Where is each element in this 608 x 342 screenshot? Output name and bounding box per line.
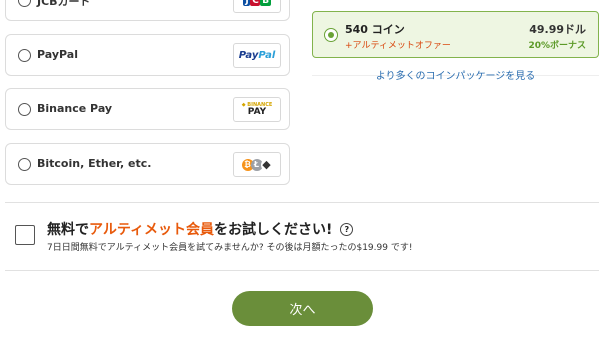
radio-jcb[interactable]	[18, 0, 31, 7]
radio-binance[interactable]	[18, 103, 31, 116]
crypto-coins-logo-icon: ₿ Ł ◆	[233, 152, 281, 177]
payment-method-label: JCBカード	[37, 0, 91, 8]
trial-title-accent: アルティメット会員	[89, 222, 215, 238]
payment-method-label: Bitcoin, Ether, etc.	[37, 157, 152, 170]
ultimate-trial-checkbox[interactable]	[15, 225, 35, 245]
jcb-logo-icon: JCB	[233, 0, 281, 13]
radio-paypal[interactable]	[18, 49, 31, 62]
package-bonus: 20%ボーナス	[528, 41, 586, 51]
trial-description: 7日日間無料でアルティメット会員を試てみませんか? その後は月額たったの$19.…	[47, 243, 413, 253]
payment-method-binance[interactable]: Binance Pay ◆ BINANCE PAY	[5, 88, 290, 130]
section-divider-bottom	[5, 270, 599, 271]
payment-method-label: PayPal	[37, 48, 78, 61]
package-coins: 540 コイン	[345, 23, 405, 36]
payment-method-crypto[interactable]: Bitcoin, Ether, etc. ₿ Ł ◆	[5, 143, 290, 185]
section-divider-top	[5, 202, 599, 203]
binance-pay-logo-icon: ◆ BINANCE PAY	[233, 97, 281, 122]
help-icon[interactable]: ?	[340, 223, 354, 236]
more-packages-link[interactable]: より多くのコインパッケージを見る	[312, 67, 599, 82]
payment-method-label: Binance Pay	[37, 102, 113, 115]
radio-crypto[interactable]	[18, 158, 31, 171]
payment-method-paypal[interactable]: PayPal Pay Pal	[5, 34, 290, 76]
payment-method-jcb[interactable]: JCBカード JCB	[5, 0, 290, 21]
coin-package-540[interactable]: 540 コイン +アルティメットオファー 49.99ドル 20%ボーナス	[312, 11, 599, 58]
paypal-logo-icon: Pay Pal	[233, 43, 281, 68]
next-button[interactable]: 次へ	[232, 291, 373, 326]
trial-title: 無料でアルティメット会員をお試しください! ?	[47, 219, 354, 239]
package-price: 49.99ドル	[529, 23, 586, 36]
package-radio-selected[interactable]	[324, 28, 338, 42]
ethereum-icon: ◆	[260, 157, 273, 171]
package-offer: +アルティメットオファー	[345, 41, 451, 51]
